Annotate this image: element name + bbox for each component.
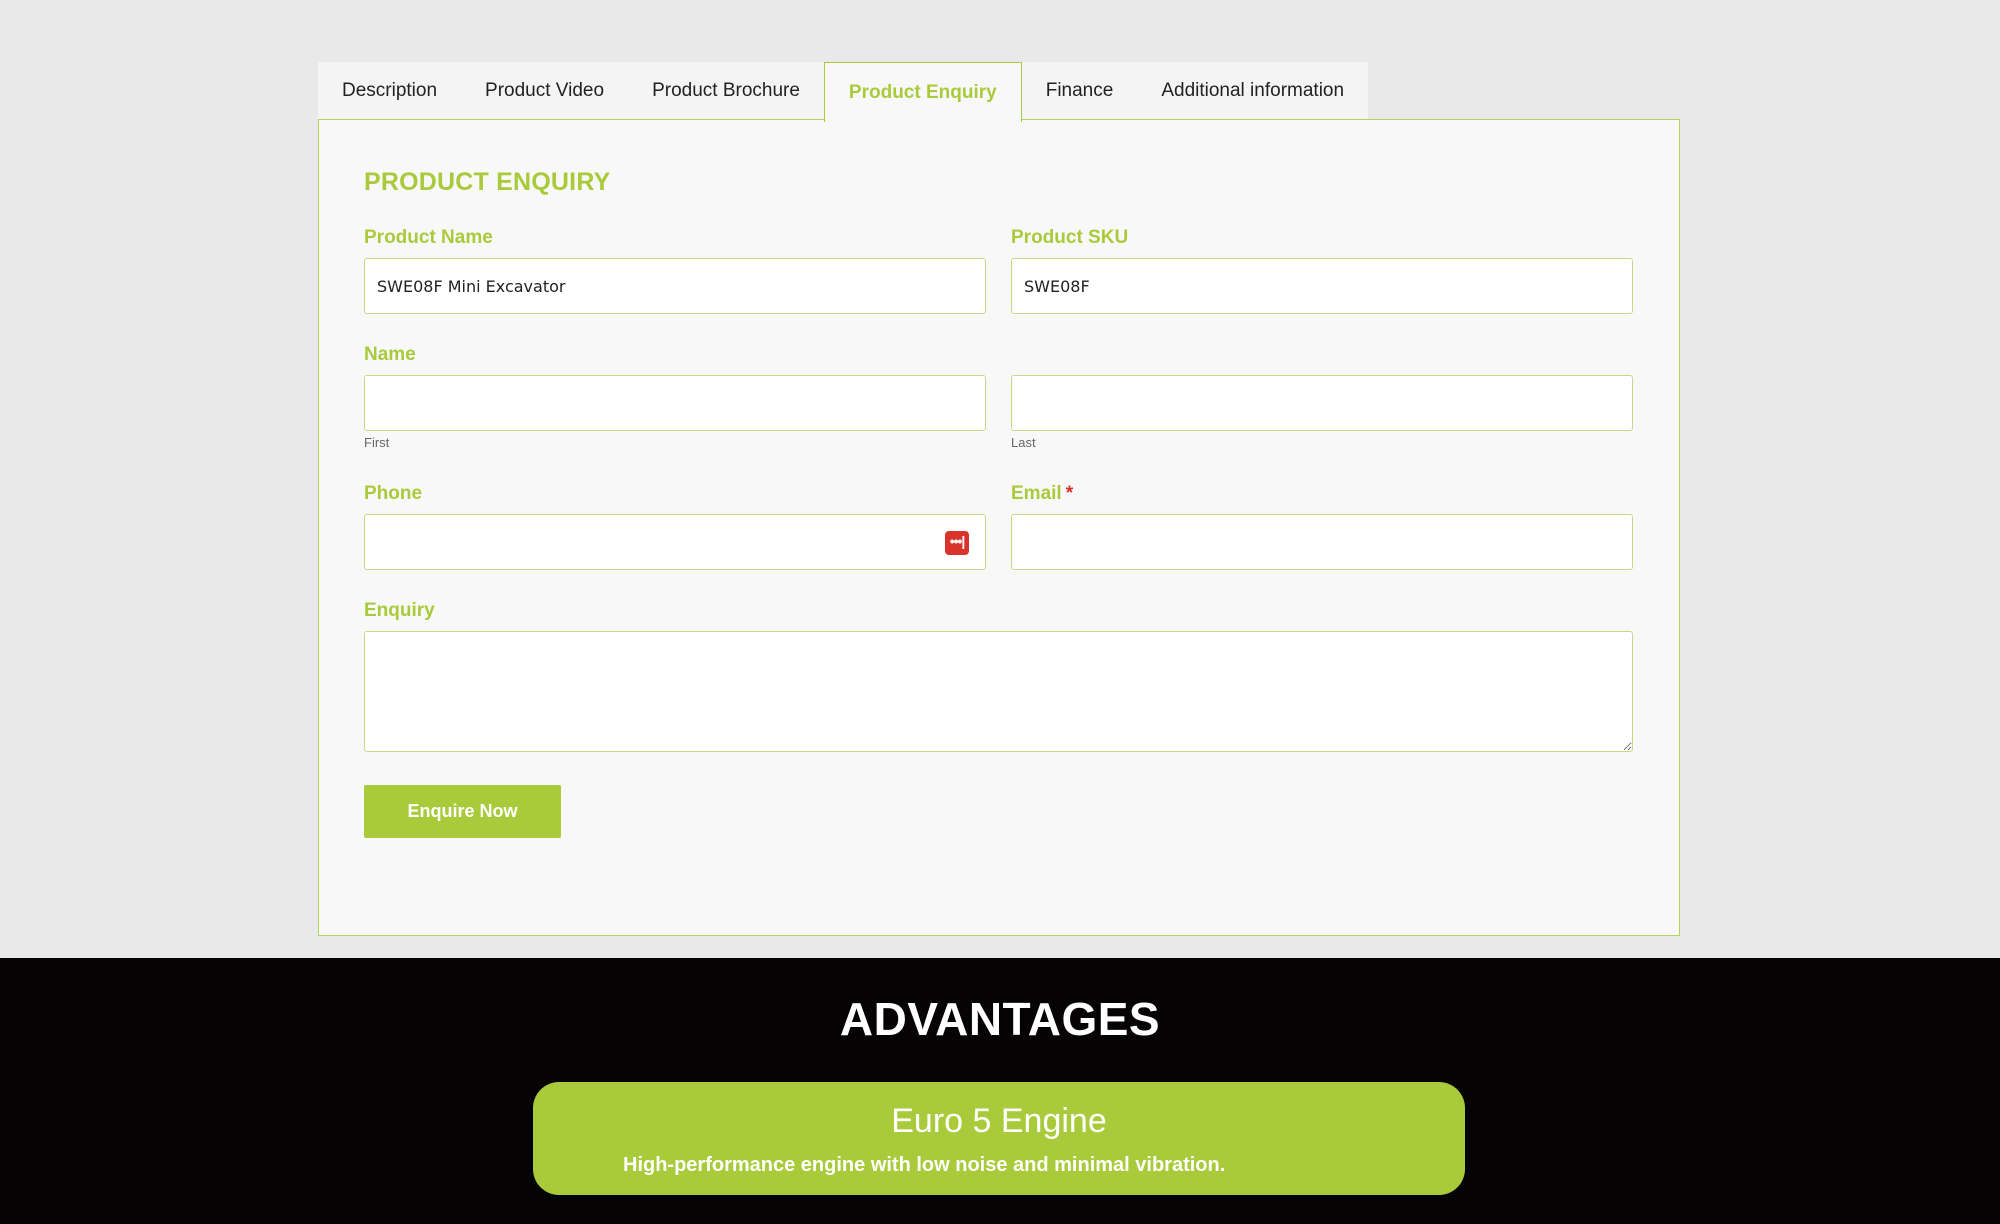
product-sku-label: Product SKU [1011,227,1129,248]
product-name-input[interactable] [364,258,986,314]
tab-product-brochure[interactable]: Product Brochure [628,62,824,119]
product-name-label: Product Name [364,227,493,248]
name-label: Name [364,344,416,365]
tab-product-enquiry[interactable]: Product Enquiry [823,62,1022,122]
required-mark: * [1065,483,1074,504]
tab-additional-information[interactable]: Additional information [1137,62,1369,119]
advantage-card-title: Euro 5 Engine [891,1102,1107,1140]
enquiry-textarea[interactable] [364,631,1633,752]
email-input[interactable] [1011,514,1633,570]
product-sku-input[interactable] [1011,258,1633,314]
first-name-input[interactable] [364,375,986,431]
advantage-card-description: High-performance engine with low noise a… [623,1154,1226,1176]
product-tabs: Description Product Video Product Brochu… [318,62,1369,122]
tab-finance[interactable]: Finance [1021,62,1138,119]
form-title: PRODUCT ENQUIRY [364,168,611,196]
enquire-now-button[interactable]: Enquire Now [364,785,561,838]
phone-label: Phone [364,483,423,504]
enquiry-panel: PRODUCT ENQUIRY Product Name Product SKU… [318,119,1680,936]
password-manager-icon[interactable]: •••| [945,531,969,555]
email-label: Email * [1011,483,1073,505]
tab-product-video[interactable]: Product Video [461,62,629,119]
last-name-hint: Last [1011,435,1036,450]
advantage-card: Euro 5 Engine High-performance engine wi… [533,1082,1465,1195]
enquiry-label: Enquiry [364,600,435,621]
advantages-title: ADVANTAGES [839,993,1161,1045]
phone-input[interactable] [364,514,986,570]
first-name-hint: First [364,435,390,450]
tab-description[interactable]: Description [318,62,462,119]
email-label-text: Email [1011,483,1062,504]
last-name-input[interactable] [1011,375,1633,431]
